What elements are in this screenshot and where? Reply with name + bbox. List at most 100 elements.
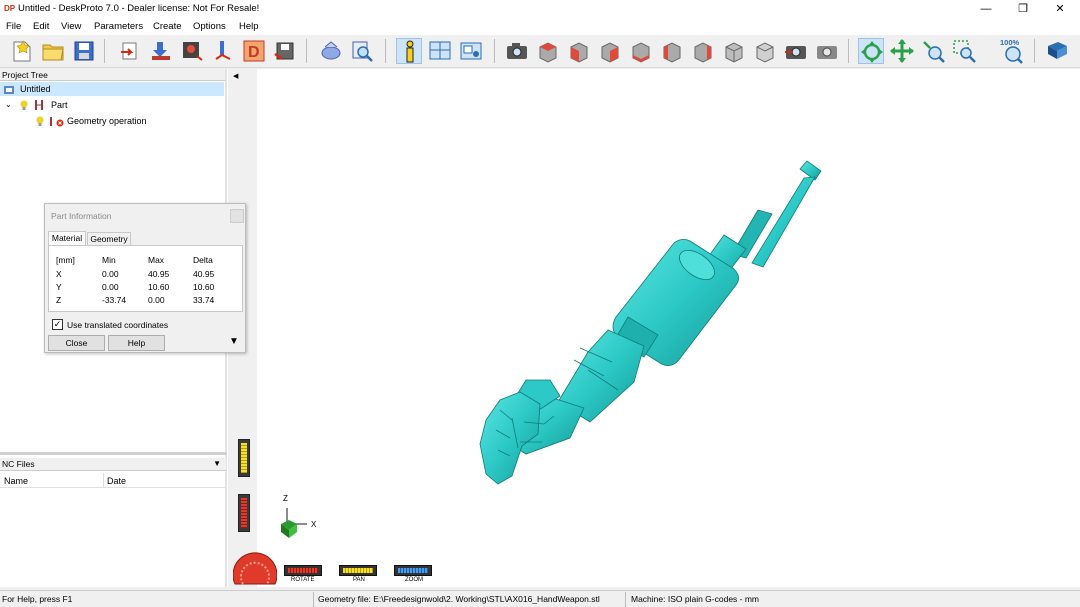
- translated-coordinates-checkbox[interactable]: ✓: [52, 319, 63, 330]
- menu-edit[interactable]: Edit: [33, 21, 49, 32]
- table-cell: 40.95: [148, 268, 170, 279]
- menu-create[interactable]: Create: [153, 21, 182, 32]
- layout-icon[interactable]: [427, 38, 453, 64]
- zoom-dial[interactable]: [394, 565, 432, 576]
- info-table: [mm] Min Max Delta X 0.00 40.95 40.95 Y …: [56, 253, 238, 306]
- info-table-panel: [mm] Min Max Delta X 0.00 40.95 40.95 Y …: [48, 245, 243, 312]
- table-row: Y 0.00 10.60 10.60: [56, 280, 238, 293]
- collapse-left-icon[interactable]: ◀: [233, 72, 238, 80]
- drawing-operation-icon[interactable]: D: [241, 38, 267, 64]
- table-cell: 0.00: [102, 281, 119, 292]
- view-bottom-icon[interactable]: [690, 38, 716, 64]
- table-cell: 0.00: [102, 268, 119, 279]
- tree-item-part[interactable]: ⌄ Part: [0, 98, 224, 112]
- app-logo-icon: DP: [4, 3, 16, 15]
- dialog-help-button[interactable]: Help: [108, 335, 165, 351]
- view-right-icon[interactable]: [597, 38, 623, 64]
- axis-z-label: Z: [283, 494, 288, 503]
- table-cell: Y: [56, 281, 62, 292]
- part-icon: [35, 100, 43, 110]
- tab-material[interactable]: Material: [48, 231, 86, 245]
- rotate-dial-vertical[interactable]: [238, 494, 250, 532]
- view-top-icon[interactable]: [535, 38, 561, 64]
- toolbar-separator: [848, 39, 849, 63]
- lightbulb-icon[interactable]: [35, 116, 45, 127]
- viewport-settings-icon[interactable]: [458, 38, 484, 64]
- rotate-wheel[interactable]: [232, 544, 278, 586]
- dialog-close-button[interactable]: Close: [48, 335, 105, 351]
- menu-view[interactable]: View: [61, 21, 81, 32]
- checkbox-label: Use translated coordinates: [67, 320, 169, 330]
- rotate-label: ROTATE: [291, 577, 315, 583]
- column-name[interactable]: Name: [4, 476, 28, 486]
- menu-bar: File Edit View Parameters Create Options…: [0, 18, 1080, 35]
- table-row: Z -33.74 0.00 33.74: [56, 293, 238, 306]
- zoom-mode-icon[interactable]: [920, 38, 946, 64]
- title-bar: DP Untitled - DeskProto 7.0 - Dealer lic…: [0, 0, 1080, 18]
- panel-splitter[interactable]: [0, 452, 227, 455]
- column-divider[interactable]: [103, 473, 104, 488]
- rotate-mode-icon[interactable]: [858, 38, 884, 64]
- pan-mode-icon[interactable]: [889, 38, 915, 64]
- zoom-window-icon[interactable]: [951, 38, 977, 64]
- table-cell: -33.74: [102, 294, 127, 305]
- dialog-title: Part Information: [51, 211, 112, 221]
- axis-indicator: Z X: [277, 494, 323, 538]
- table-cell: 0.00: [148, 294, 165, 305]
- table-header: Delta: [193, 255, 213, 265]
- image-import-icon[interactable]: [179, 38, 205, 64]
- import-geometry-icon[interactable]: [117, 38, 143, 64]
- close-button[interactable]: ✕: [1043, 0, 1077, 18]
- table-header: Min: [102, 255, 116, 265]
- pan-dial[interactable]: [339, 565, 377, 576]
- simulation-icon[interactable]: [318, 38, 344, 64]
- dropdown-arrow-icon[interactable]: ▼: [213, 458, 221, 470]
- preview-icon[interactable]: [349, 38, 375, 64]
- expand-arrow-icon[interactable]: ▼: [229, 336, 239, 347]
- nc-files-column-header: Name Date: [0, 473, 225, 488]
- status-bar: For Help, press F1 Geometry file: E:\Fre…: [0, 590, 1080, 607]
- new-project-icon[interactable]: [9, 38, 35, 64]
- rotate-dial[interactable]: [284, 565, 322, 576]
- view-iso-alt-icon[interactable]: [752, 38, 778, 64]
- tree-item-geometry-operation[interactable]: Geometry operation: [0, 114, 224, 128]
- menu-help[interactable]: Help: [239, 21, 259, 32]
- view-iso-icon[interactable]: [721, 38, 747, 64]
- tab-geometry[interactable]: Geometry: [87, 232, 131, 245]
- menu-options[interactable]: Options: [193, 21, 226, 32]
- chevron-down-icon[interactable]: ⌄: [5, 98, 12, 112]
- view-back-icon[interactable]: [628, 38, 654, 64]
- save-nc-icon[interactable]: [272, 38, 298, 64]
- menu-parameters[interactable]: Parameters: [94, 21, 143, 32]
- bitmap-operation-icon[interactable]: [210, 38, 236, 64]
- camera-icon[interactable]: [504, 38, 530, 64]
- table-cell: 33.74: [193, 294, 215, 305]
- zoom-level-label: 100%: [1000, 38, 1020, 47]
- table-cell: 40.95: [193, 268, 215, 279]
- minimize-button[interactable]: —: [969, 0, 1003, 18]
- open-folder-icon[interactable]: [40, 38, 66, 64]
- column-date[interactable]: Date: [107, 476, 126, 486]
- lightbulb-icon[interactable]: [19, 100, 29, 111]
- menu-file[interactable]: File: [6, 21, 21, 32]
- toolbar-separator: [306, 39, 307, 63]
- zoom-dial-vertical[interactable]: [238, 439, 250, 477]
- save-icon[interactable]: [71, 38, 97, 64]
- pan-label: PAN: [353, 577, 365, 583]
- part-import-icon[interactable]: [148, 38, 174, 64]
- tree-item-untitled[interactable]: Untitled: [0, 82, 224, 96]
- view-front-icon[interactable]: [566, 38, 592, 64]
- camera-previous-icon[interactable]: [783, 38, 809, 64]
- info-icon[interactable]: [396, 38, 422, 64]
- table-cell: 10.60: [148, 281, 170, 292]
- restore-button[interactable]: ❐: [1006, 0, 1040, 18]
- zoom-label: ZOOM: [405, 577, 423, 583]
- view-left-icon[interactable]: [659, 38, 685, 64]
- toolbar-separator: [104, 39, 105, 63]
- dialog-close-box[interactable]: [230, 209, 244, 223]
- status-help: For Help, press F1: [2, 594, 73, 604]
- table-header: Max: [148, 255, 165, 265]
- help-book-icon[interactable]: [1044, 38, 1070, 64]
- camera-next-icon[interactable]: [814, 38, 840, 64]
- part-model[interactable]: [258, 70, 1080, 586]
